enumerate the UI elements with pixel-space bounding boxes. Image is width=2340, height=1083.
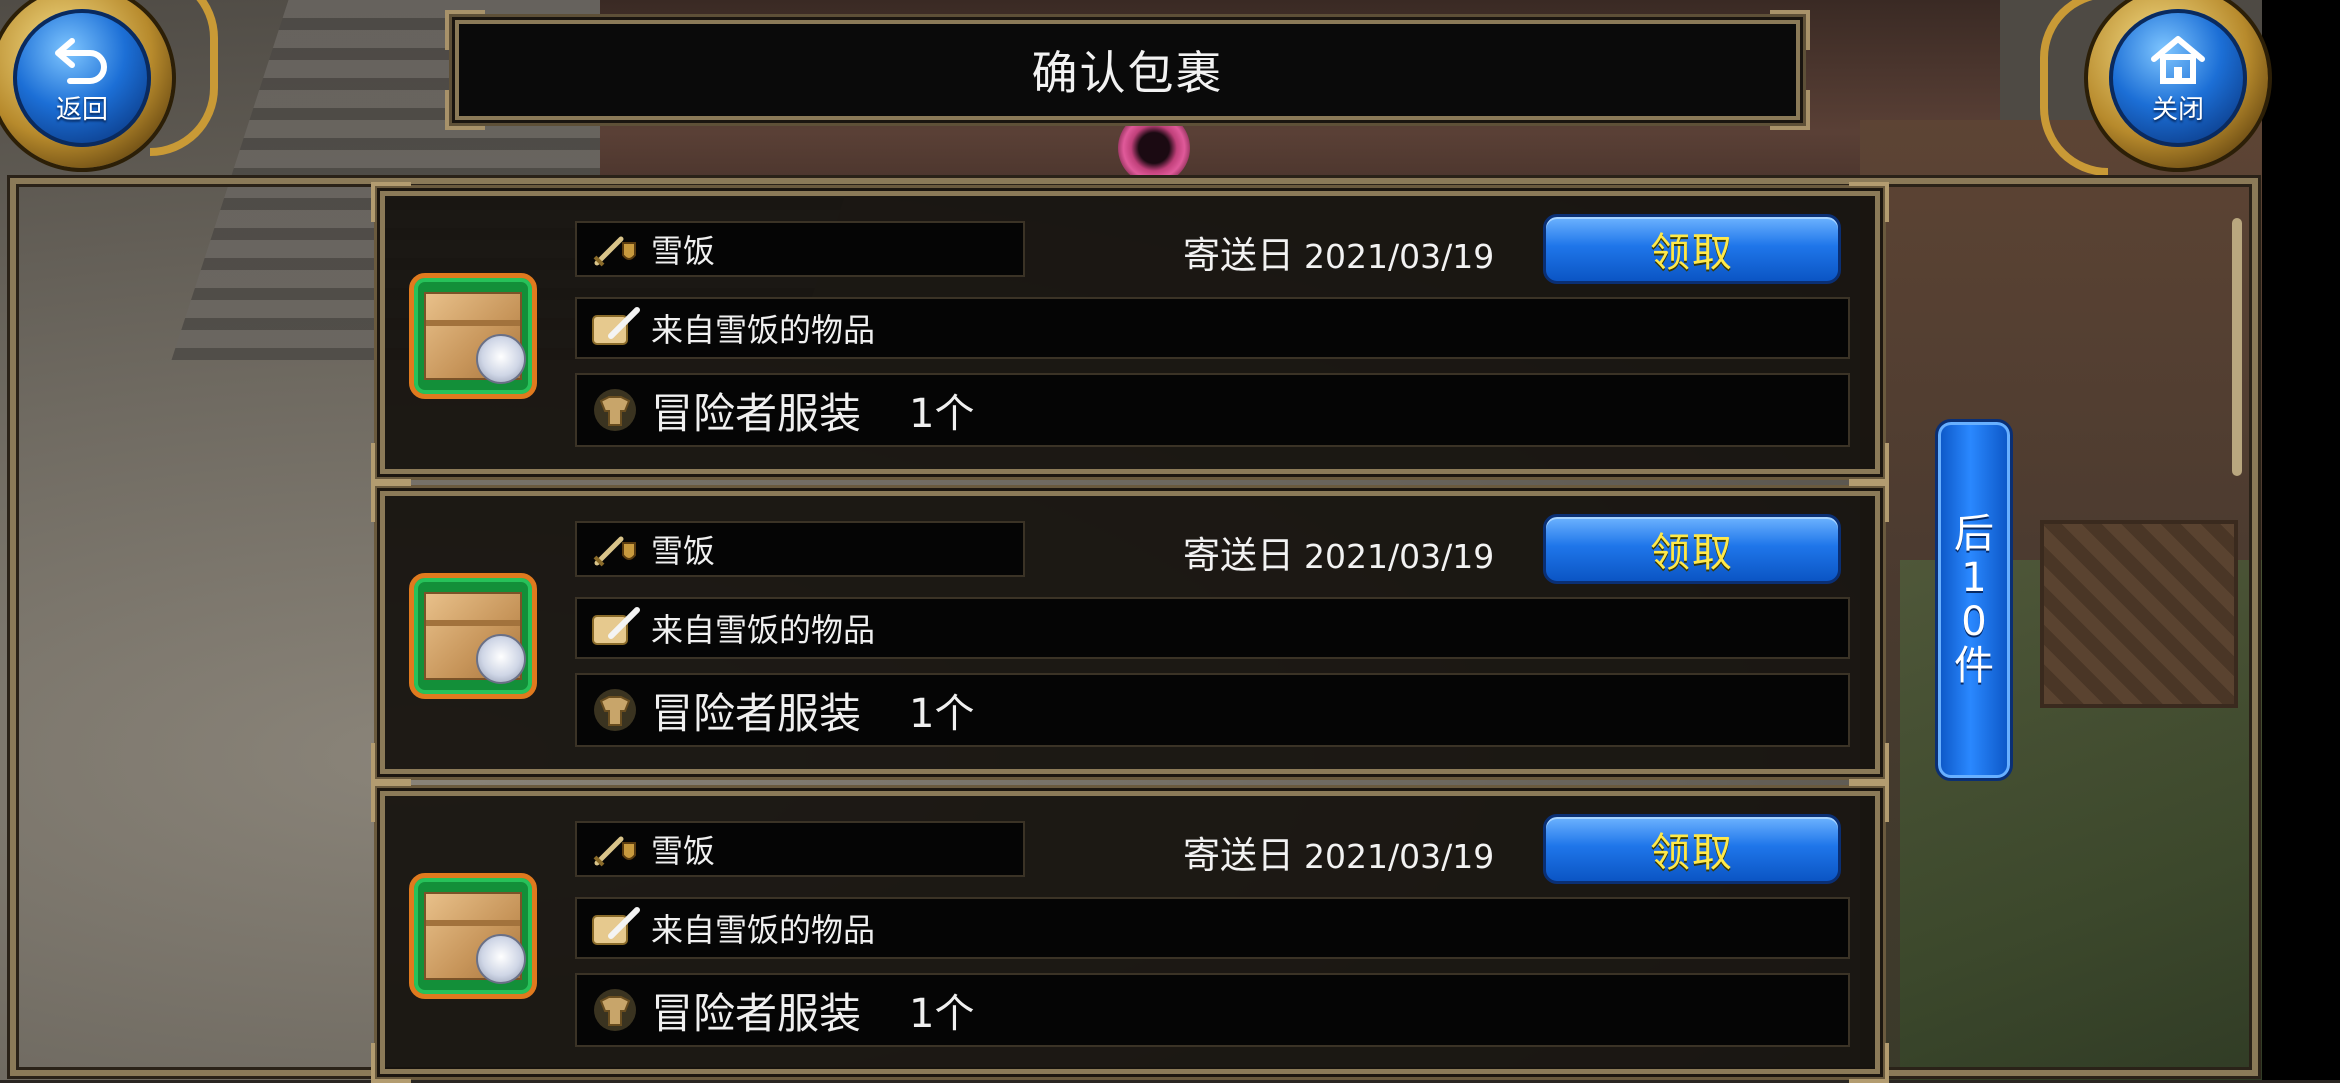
package-box-icon [409,573,537,699]
subject-text: 来自雪饭的物品 [651,611,876,649]
armor-clothes-icon [589,688,641,732]
claim-label: 领取 [1650,830,1734,876]
next-page-label: 后10件 [1954,511,1994,689]
corner-ornament [1770,10,1810,50]
back-button[interactable]: 返回 [13,9,151,147]
armor-clothes-icon [589,388,641,432]
claim-button[interactable]: 领取 [1543,514,1841,584]
return-arrow-icon [55,37,107,84]
scroll-quill-icon [589,306,641,350]
corner-ornament [1849,443,1889,483]
item-row: 冒险者服装 1个 [575,973,1850,1047]
next-page-button[interactable]: 后10件 [1935,419,2013,781]
subject-text: 来自雪饭的物品 [651,911,876,949]
corner-ornament [445,10,485,50]
corner-ornament [371,1043,411,1083]
claim-label: 领取 [1650,530,1734,576]
package-box-icon [409,273,537,399]
sender-name: 雪饭 [651,532,716,570]
back-label: 返回 [55,94,108,125]
send-date-prefix: 寄送日 [1183,834,1294,877]
subject-row: 来自雪饭的物品 [575,597,1850,659]
cat-sticker [476,634,526,684]
corner-ornament [371,782,411,822]
send-date-value: 2021/03/19 [1304,237,1495,276]
item-quantity: 1个 [909,391,975,437]
back-button-ornament: 返回 [0,0,240,180]
package-card: 雪饭 寄送日 2021/03/19 领取 来自雪饭的物品 冒险者服装 1个 [371,482,1889,783]
send-date-value: 2021/03/19 [1304,537,1495,576]
home-icon [2151,35,2205,84]
item-quantity: 1个 [909,691,975,737]
package-card: 雪饭 寄送日 2021/03/19 领取 来自雪饭的物品 冒险者服装 1个 [371,782,1889,1083]
item-name: 冒险者服装 [651,988,862,1038]
sender-name: 雪饭 [651,832,716,870]
pink-orb-lamp [1118,112,1190,184]
gold-claw-ornament [150,0,218,156]
scroll-quill-icon [589,906,641,950]
gold-claw-ornament [2040,0,2108,176]
sender-row: 雪饭 [575,221,1025,277]
sender-row: 雪饭 [575,821,1025,877]
claim-button[interactable]: 领取 [1543,214,1841,284]
corner-ornament [371,482,411,522]
send-date: 寄送日 2021/03/19 [1183,525,1494,579]
close-button-ornament: 关闭 [2020,0,2268,180]
corner-ornament [1849,482,1889,522]
cardboard-box [424,892,526,984]
sender-name: 雪饭 [651,232,716,270]
corner-ornament [371,182,411,222]
sender-row: 雪饭 [575,521,1025,577]
corner-ornament [445,90,485,130]
send-date-value: 2021/03/19 [1304,837,1495,876]
send-date-prefix: 寄送日 [1183,234,1294,277]
close-label: 关闭 [2151,94,2204,125]
corner-ornament [1770,90,1810,130]
title-banner: 确认包裹 [445,10,1810,130]
corner-ornament [1849,743,1889,783]
package-card: 雪饭 寄送日 2021/03/19 领取 来自雪饭的物品 冒险者服装 1个 [371,182,1889,483]
cat-sticker [476,334,526,384]
item-row: 冒险者服装 1个 [575,673,1850,747]
subject-row: 来自雪饭的物品 [575,897,1850,959]
corner-ornament [1849,782,1889,822]
corner-ornament [1849,182,1889,222]
sword-shield-icon [589,827,641,871]
claim-label: 领取 [1650,230,1734,276]
subject-text: 来自雪饭的物品 [651,311,876,349]
sword-shield-icon [589,227,641,271]
subject-row: 来自雪饭的物品 [575,297,1850,359]
item-quantity: 1个 [909,991,975,1037]
corner-ornament [371,743,411,783]
item-name: 冒险者服装 [651,388,862,438]
send-date: 寄送日 2021/03/19 [1183,225,1494,279]
screen-edge [2262,0,2340,1080]
scroll-quill-icon [589,606,641,650]
send-date: 寄送日 2021/03/19 [1183,825,1494,879]
close-button[interactable]: 关闭 [2109,9,2247,147]
list-scrollbar[interactable] [2232,218,2242,476]
claim-button[interactable]: 领取 [1543,814,1841,884]
sword-shield-icon [589,527,641,571]
package-box-icon [409,873,537,999]
item-name: 冒险者服装 [651,688,862,738]
corner-ornament [1849,1043,1889,1083]
page-title: 确认包裹 [1031,46,1224,100]
corner-ornament [371,443,411,483]
cardboard-box [424,292,526,384]
item-row: 冒险者服装 1个 [575,373,1850,447]
cat-sticker [476,934,526,984]
cardboard-box [424,592,526,684]
armor-clothes-icon [589,988,641,1032]
send-date-prefix: 寄送日 [1183,534,1294,577]
